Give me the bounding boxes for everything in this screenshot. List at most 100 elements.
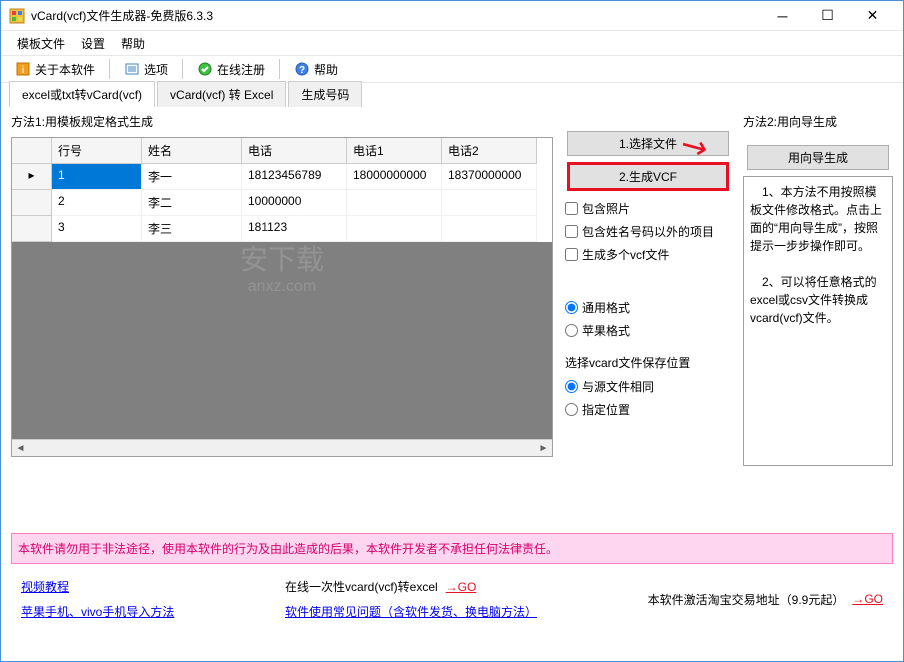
cell-phone2[interactable]: 18370000000 [442, 164, 537, 190]
save-specified-radio[interactable]: 指定位置 [563, 398, 733, 421]
format-apple-label: 苹果格式 [582, 322, 630, 339]
minimize-button[interactable]: ─ [760, 1, 805, 31]
wizard-panel: 方法2:用向导生成 用向导生成 1、本方法不用按照模板文件修改格式。点击上面的“… [743, 111, 893, 523]
toolbar-separator [279, 59, 280, 79]
actions-panel: 1.选择文件 2.生成VCF ↘ 包含照片 包含姓名号码以外的项目 生成多个vc… [563, 111, 733, 523]
page-title: vCard(vcf)文件生成器-免费版6.3.3 [31, 7, 760, 24]
maximize-button[interactable]: ☐ [805, 1, 850, 31]
register-icon [197, 61, 213, 77]
cell-phone2[interactable] [442, 190, 537, 216]
toolbar-register-label: 在线注册 [217, 61, 265, 78]
menu-template-file[interactable]: 模板文件 [9, 32, 73, 55]
save-specified-input[interactable] [565, 403, 578, 416]
format-apple-radio[interactable]: 苹果格式 [563, 319, 733, 342]
cell-rownum[interactable]: 2 [52, 190, 142, 216]
tab-excel-to-vcard[interactable]: excel或txt转vCard(vcf) [9, 81, 155, 107]
tab-vcard-to-excel[interactable]: vCard(vcf) 转 Excel [157, 81, 286, 107]
bottom-links: 视频教程 苹果手机、vivo手机导入方法 在线一次性vcard(vcf)转exc… [1, 570, 903, 628]
save-same-source-label: 与源文件相同 [582, 378, 654, 395]
links-right: 本软件激活淘宝交易地址（9.9元起） →GO [648, 578, 883, 620]
close-button[interactable]: ✕ [850, 1, 895, 31]
cell-rownum[interactable]: 1 [52, 164, 142, 190]
method1-label: 方法1:用模板规定格式生成 [11, 111, 553, 132]
tabs: excel或txt转vCard(vcf) vCard(vcf) 转 Excel … [1, 83, 903, 107]
link-faq[interactable]: 软件使用常见问题（含软件发货、换电脑方法） [285, 603, 537, 620]
scroll-right-icon[interactable]: ► [535, 440, 552, 457]
link-online-convert-go[interactable]: →GO [446, 580, 477, 594]
cell-phone[interactable]: 18123456789 [242, 164, 347, 190]
include-other-label: 包含姓名号码以外的项目 [582, 223, 714, 240]
cell-name[interactable]: 李二 [142, 190, 242, 216]
tab-generate-number[interactable]: 生成号码 [288, 81, 362, 107]
generate-vcf-button[interactable]: 2.生成VCF [567, 162, 729, 191]
toolbar: i 关于本软件 选项 在线注册 ? 帮助 [1, 55, 903, 83]
multiple-vcf-checkbox[interactable]: 生成多个vcf文件 [563, 243, 733, 266]
include-photo-label: 包含照片 [582, 200, 630, 217]
cell-phone1[interactable]: 18000000000 [347, 164, 442, 190]
table-body: ▸ 1 李一 18123456789 18000000000 183700000… [12, 164, 552, 439]
content-panel: 方法1:用模板规定格式生成 行号 姓名 电话 电话1 电话2 ▸ 1 李一 18… [1, 107, 903, 527]
table-header-row: 行号 姓名 电话 电话1 电话2 [12, 138, 552, 164]
multiple-vcf-input[interactable] [565, 248, 578, 261]
links-left: 视频教程 苹果手机、vivo手机导入方法 [21, 578, 174, 620]
toolbar-about-label: 关于本软件 [35, 61, 95, 78]
include-photo-checkbox[interactable]: 包含照片 [563, 197, 733, 220]
col-header-rownum[interactable]: 行号 [52, 138, 142, 164]
col-header-phone1[interactable]: 电话1 [347, 138, 442, 164]
include-other-checkbox[interactable]: 包含姓名号码以外的项目 [563, 220, 733, 243]
disclaimer-banner: 本软件请勿用于非法途径，使用本软件的行为及由此造成的后果，本软件开发者不承担任何… [11, 533, 893, 564]
col-header-name[interactable]: 姓名 [142, 138, 242, 164]
window-controls: ─ ☐ ✕ [760, 1, 895, 31]
format-apple-input[interactable] [565, 324, 578, 337]
format-universal-radio[interactable]: 通用格式 [563, 296, 733, 319]
format-universal-label: 通用格式 [582, 299, 630, 316]
options-icon [124, 61, 140, 77]
toolbar-separator [182, 59, 183, 79]
menu-settings[interactable]: 设置 [73, 32, 113, 55]
wizard-text-2: 2、可以将任意格式的excel或csv文件转换成vcard(vcf)文件。 [750, 273, 886, 327]
col-header-phone2[interactable]: 电话2 [442, 138, 537, 164]
horizontal-scrollbar[interactable]: ◄ ► [12, 439, 552, 456]
app-icon [9, 8, 25, 24]
save-same-source-input[interactable] [565, 380, 578, 393]
help-icon: ? [294, 61, 310, 77]
cell-phone1[interactable] [347, 190, 442, 216]
wizard-generate-button[interactable]: 用向导生成 [747, 145, 890, 170]
wizard-description: 1、本方法不用按照模板文件修改格式。点击上面的“用向导生成”，按照提示一步步操作… [743, 176, 893, 466]
toolbar-options[interactable]: 选项 [118, 59, 174, 80]
cell-rownum[interactable]: 3 [52, 216, 142, 242]
cell-name[interactable]: 李三 [142, 216, 242, 242]
link-import-guide[interactable]: 苹果手机、vivo手机导入方法 [21, 603, 174, 620]
toolbar-options-label: 选项 [144, 61, 168, 78]
toolbar-register[interactable]: 在线注册 [191, 59, 271, 80]
table-row[interactable]: ▸ 1 李一 18123456789 18000000000 183700000… [12, 164, 552, 190]
link-taobao-go[interactable]: →GO [852, 592, 883, 606]
menubar: 模板文件 设置 帮助 [1, 31, 903, 55]
save-same-source-radio[interactable]: 与源文件相同 [563, 375, 733, 398]
cell-phone1[interactable] [347, 216, 442, 242]
toolbar-about[interactable]: i 关于本软件 [9, 59, 101, 80]
row-indicator-header [12, 138, 52, 164]
svg-text:?: ? [299, 65, 305, 76]
menu-help[interactable]: 帮助 [113, 32, 153, 55]
row-indicator [12, 190, 52, 216]
method2-label: 方法2:用向导生成 [743, 111, 893, 132]
include-other-input[interactable] [565, 225, 578, 238]
titlebar: vCard(vcf)文件生成器-免费版6.3.3 ─ ☐ ✕ [1, 1, 903, 31]
col-header-phone[interactable]: 电话 [242, 138, 347, 164]
row-indicator: ▸ [12, 164, 52, 190]
include-photo-input[interactable] [565, 202, 578, 215]
toolbar-help[interactable]: ? 帮助 [288, 59, 344, 80]
about-icon: i [15, 61, 31, 77]
cell-phone2[interactable] [442, 216, 537, 242]
left-panel: 方法1:用模板规定格式生成 行号 姓名 电话 电话1 电话2 ▸ 1 李一 18… [11, 111, 553, 523]
scroll-left-icon[interactable]: ◄ [12, 440, 29, 457]
data-table[interactable]: 行号 姓名 电话 电话1 电话2 ▸ 1 李一 18123456789 1800… [11, 137, 553, 457]
save-location-label: 选择vcard文件保存位置 [563, 350, 733, 375]
links-center: 在线一次性vcard(vcf)转excel →GO 软件使用常见问题（含软件发货… [285, 578, 537, 620]
row-indicator [12, 216, 52, 242]
toolbar-help-label: 帮助 [314, 61, 338, 78]
cell-name[interactable]: 李一 [142, 164, 242, 190]
format-universal-input[interactable] [565, 301, 578, 314]
link-video-tutorial[interactable]: 视频教程 [21, 578, 69, 595]
